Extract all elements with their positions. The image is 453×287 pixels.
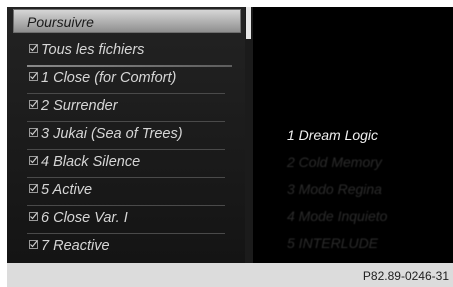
checkbox-icon bbox=[29, 240, 38, 249]
track-item[interactable]: 3 Modo Regina bbox=[287, 181, 382, 197]
list-divider bbox=[27, 121, 225, 122]
track-item[interactable]: 5 INTERLUDE bbox=[287, 235, 378, 251]
scrollbar-thumb[interactable] bbox=[246, 7, 251, 39]
track-item-current[interactable]: 1 Dream Logic bbox=[287, 127, 378, 143]
list-item-label: 5 Active bbox=[41, 182, 93, 198]
list-divider bbox=[27, 149, 225, 150]
folder-list-panel: Poursuivre Tous les fichiers 1 Close (fo… bbox=[7, 7, 245, 263]
checkbox-icon bbox=[29, 44, 38, 53]
list-scrollbar[interactable] bbox=[245, 7, 253, 263]
list-item-label: 3 Jukai (Sea of Trees) bbox=[41, 126, 183, 142]
list-item[interactable]: 7 Reactive bbox=[29, 238, 110, 258]
list-item[interactable]: 5 Active bbox=[29, 182, 92, 202]
list-item-all-files[interactable]: Tous les fichiers bbox=[29, 42, 144, 62]
list-item-label: 4 Black Silence bbox=[41, 154, 141, 170]
list-item-label: 2 Surrender bbox=[41, 98, 118, 114]
list-divider bbox=[27, 65, 232, 67]
track-item[interactable]: 2 Cold Memory bbox=[287, 154, 382, 170]
checkbox-icon bbox=[29, 156, 38, 165]
continue-header-button[interactable]: Poursuivre bbox=[13, 9, 241, 33]
list-item-label: 1 Close (for Comfort) bbox=[41, 70, 177, 86]
list-item-label: Tous les fichiers bbox=[41, 42, 145, 58]
checkbox-icon bbox=[29, 72, 38, 81]
list-divider bbox=[27, 233, 225, 234]
list-divider bbox=[27, 93, 225, 94]
track-item[interactable]: 4 Mode Inquieto bbox=[287, 208, 387, 224]
list-item-label: 7 Reactive bbox=[41, 238, 110, 254]
header-title: Poursuivre bbox=[27, 14, 94, 30]
checkbox-icon bbox=[29, 184, 38, 193]
figure-reference: P82.89-0246-31 bbox=[362, 269, 449, 283]
list-item[interactable]: 2 Surrender bbox=[29, 98, 118, 118]
list-item-label: 6 Close Var. I bbox=[41, 210, 128, 226]
track-list-panel: 1 Dream Logic 2 Cold Memory 3 Modo Regin… bbox=[253, 7, 453, 263]
list-item[interactable]: 6 Close Var. I bbox=[29, 210, 128, 230]
list-divider bbox=[27, 177, 225, 178]
list-item[interactable]: 3 Jukai (Sea of Trees) bbox=[29, 126, 183, 146]
list-item[interactable]: 1 Close (for Comfort) bbox=[29, 70, 176, 90]
figure-footer: P82.89-0246-31 bbox=[7, 263, 453, 287]
media-screen: Poursuivre Tous les fichiers 1 Close (fo… bbox=[7, 7, 453, 263]
list-divider bbox=[27, 205, 225, 206]
list-item[interactable]: 4 Black Silence bbox=[29, 154, 140, 174]
checkbox-icon bbox=[29, 128, 38, 137]
checkbox-icon bbox=[29, 212, 38, 221]
checkbox-icon bbox=[29, 100, 38, 109]
